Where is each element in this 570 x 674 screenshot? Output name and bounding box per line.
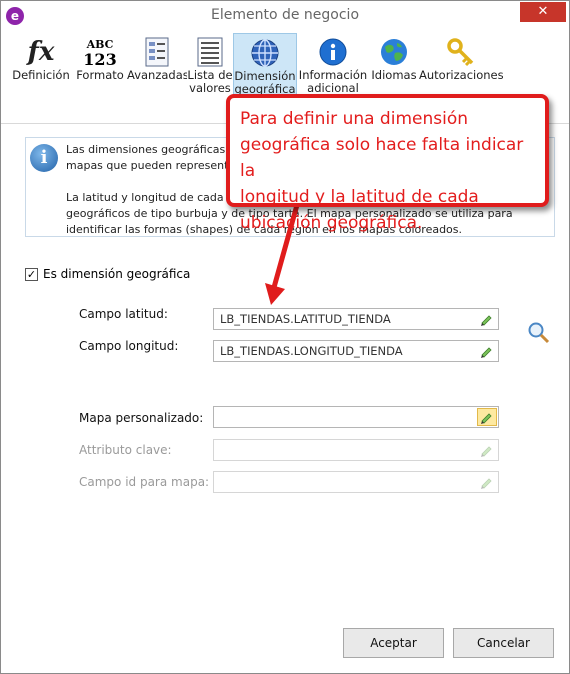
window-title: Elemento de negocio xyxy=(210,7,360,23)
pencil-icon xyxy=(481,413,492,424)
key-icon xyxy=(419,35,503,69)
latitude-value: LB_TIENDAS.LATITUD_TIENDA xyxy=(220,312,391,326)
tab-avanzadas[interactable]: Avanzadas xyxy=(127,33,187,103)
dialog-window: e Elemento de negocio ✕ fx Definición AB… xyxy=(0,0,570,674)
info-icon xyxy=(297,35,369,69)
tab-label: Avanzadas xyxy=(127,69,187,82)
key-attribute-field xyxy=(213,439,499,461)
tab-lista-valores[interactable]: Lista de valores xyxy=(187,33,233,103)
latitude-label: Campo latitud: xyxy=(79,307,168,321)
geo-dimension-label: Es dimensión geográfica xyxy=(43,267,191,281)
pencil-icon[interactable] xyxy=(480,312,494,326)
callout-line: ubicación geográfica. xyxy=(240,213,423,233)
title-bar: e Elemento de negocio ✕ xyxy=(1,1,569,31)
key-attribute-label: Attributo clave: xyxy=(79,443,172,457)
map-id-label: Campo id para mapa: xyxy=(79,475,210,489)
annotation-callout: Para definir una dimensión geográfica so… xyxy=(226,94,549,233)
tab-label: Lista de valores xyxy=(187,69,233,95)
tab-idiomas[interactable]: Idiomas xyxy=(369,33,419,103)
svg-text:123: 123 xyxy=(83,50,116,68)
info-circle-icon: i xyxy=(30,144,58,172)
longitude-field[interactable]: LB_TIENDAS.LONGITUD_TIENDA xyxy=(213,340,499,362)
latitude-field[interactable]: LB_TIENDAS.LATITUD_TIENDA xyxy=(213,308,499,330)
fx-icon: fx xyxy=(27,37,55,67)
pencil-icon[interactable] xyxy=(480,344,494,358)
tab-label: Información adicional xyxy=(298,69,368,95)
longitude-label: Campo longitud: xyxy=(79,339,179,353)
tab-formato[interactable]: ABC 123 Formato xyxy=(73,33,127,103)
earth-icon xyxy=(369,35,419,69)
pencil-button[interactable] xyxy=(477,408,497,426)
document-list-icon xyxy=(127,35,187,69)
list-icon xyxy=(187,35,233,69)
globe-icon xyxy=(234,36,296,70)
tab-informacion-adicional[interactable]: Información adicional xyxy=(297,33,369,103)
geo-dimension-checkbox-row[interactable]: ✓ Es dimensión geográfica xyxy=(25,267,190,281)
tab-autorizaciones[interactable]: Autorizaciones xyxy=(419,33,503,103)
tab-label: Idiomas xyxy=(371,69,417,82)
tab-label: Definición xyxy=(12,69,70,82)
tab-label: Autorizaciones xyxy=(419,69,503,82)
abc123-icon: ABC 123 xyxy=(73,35,127,69)
geo-dimension-checkbox[interactable]: ✓ xyxy=(25,267,38,281)
callout-line: geográfica solo hace falta indicar la xyxy=(240,135,524,181)
accept-button[interactable]: Aceptar xyxy=(343,628,444,658)
tab-dimension-geografica[interactable]: Dimensión geográfica xyxy=(233,33,297,103)
callout-line: Para definir una dimensión xyxy=(240,109,468,129)
tab-definicion[interactable]: fx Definición xyxy=(9,33,73,103)
map-id-field xyxy=(213,471,499,493)
close-button[interactable]: ✕ xyxy=(520,2,566,22)
custom-map-field[interactable] xyxy=(213,406,499,428)
longitude-value: LB_TIENDAS.LONGITUD_TIENDA xyxy=(220,344,403,358)
cancel-button[interactable]: Cancelar xyxy=(453,628,554,658)
pencil-icon xyxy=(481,446,492,457)
search-icon[interactable] xyxy=(527,321,551,345)
custom-map-label: Mapa personalizado: xyxy=(79,411,204,425)
tab-label: Formato xyxy=(76,69,124,82)
pencil-icon xyxy=(481,478,492,489)
callout-line: longitud y la latitud de cada xyxy=(240,187,479,207)
